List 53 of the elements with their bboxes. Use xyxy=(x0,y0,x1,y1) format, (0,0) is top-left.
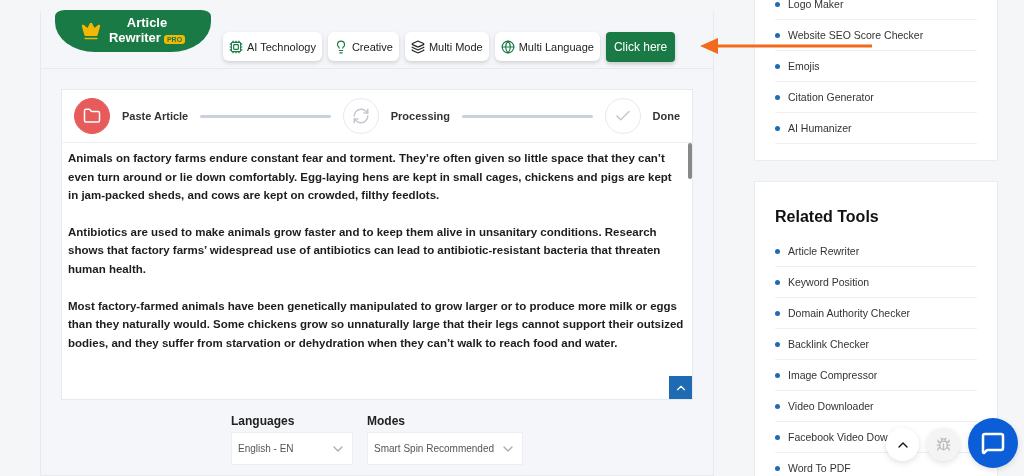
sidebar-link[interactable]: Keyword Position xyxy=(788,276,870,288)
sidebar-link[interactable]: Word To PDF xyxy=(788,462,851,474)
sidebar-link[interactable]: Domain Authority Checker xyxy=(788,307,910,319)
refresh-icon xyxy=(351,107,370,125)
folder-icon xyxy=(83,107,101,125)
sidebar-link[interactable]: Facebook Video Dow xyxy=(788,431,888,443)
bullet-icon xyxy=(775,341,780,347)
feature-chip: AI Technology xyxy=(223,32,322,61)
crown-icon xyxy=(80,21,101,41)
feature-chip: Multi Language xyxy=(494,32,600,61)
bullet-icon xyxy=(775,465,780,471)
step-label: Paste Article xyxy=(122,110,189,122)
sidebar-link[interactable]: Logo Maker xyxy=(788,0,844,10)
feature-chip: Multi Mode xyxy=(404,32,489,61)
sidebar-link[interactable]: Emojis xyxy=(788,60,820,72)
chat-button[interactable] xyxy=(968,418,1018,468)
sidebar-link[interactable]: Image Compressor xyxy=(788,369,878,381)
bullet-icon xyxy=(775,32,780,38)
bug-icon xyxy=(936,437,951,452)
dropdown-select[interactable]: Smart Spin Recommended xyxy=(366,432,524,465)
bullet-icon xyxy=(775,94,780,100)
layers-icon xyxy=(410,39,425,54)
bullet-icon xyxy=(775,1,780,7)
sidebar-link[interactable]: Video Downloader xyxy=(788,400,874,412)
bullet-icon xyxy=(775,63,780,69)
select-label: Modes xyxy=(366,414,406,428)
dropdown-select[interactable]: English - EN xyxy=(230,432,353,465)
sidebar-link[interactable]: Backlink Checker xyxy=(788,338,870,350)
globe-icon xyxy=(500,39,515,54)
bullet-icon xyxy=(775,434,780,440)
bullet-icon xyxy=(775,372,780,378)
scrollbar-thumb[interactable] xyxy=(688,143,692,179)
bullet-icon xyxy=(775,310,780,316)
bullet-icon xyxy=(775,403,780,409)
sidebar-link[interactable]: AI Humanizer xyxy=(788,122,852,134)
bullet-icon xyxy=(775,248,780,254)
chat-icon xyxy=(981,431,1005,455)
step-label: Processing xyxy=(390,110,451,122)
click-here-button[interactable]: Click here xyxy=(605,32,676,62)
article-paragraph: Antibiotics are used to make animals grow faster and to keep them alive in unsanitary conditions. Research shows that factory farms’ widespread use of antibiotics can lead to antibiotic-resistant bacteria that threaten human health. xyxy=(68,224,662,277)
step-label: Done xyxy=(652,110,680,122)
sidebar-link[interactable]: Website SEO Score Checker xyxy=(788,29,924,41)
sidebar-link[interactable]: Citation Generator xyxy=(788,91,874,103)
article-paragraph: Most factory-farmed animals have been genetically manipulated to grow larger or to produce more milk or eggs than they naturally would. Some chickens grow so unnaturally large that their legs cannot support their outsized bodies, and they suffer from starvation or dehydration when they can’t walk to reach food and water. xyxy=(68,298,684,351)
bullet-icon xyxy=(775,279,780,285)
feature-chip: Creative xyxy=(327,32,399,61)
chip-icon xyxy=(229,39,243,54)
article-paragraph: Animals on factory farms endure constant fear and torment. They’re often given so little space that they can’t even turn around or lie down comfortably. Egg-laying hens are kept in small cages, chickens and pigs are kept in jam-packed sheds, and cows are kept on crowded, filthy feedlots. xyxy=(68,151,673,204)
select-label: Languages xyxy=(230,414,296,428)
bullet-icon xyxy=(775,125,780,131)
related-tools-title: Related Tools xyxy=(775,208,880,226)
text-format-button[interactable] xyxy=(669,376,692,399)
sidebar-link[interactable]: Article Rewriter xyxy=(788,245,860,257)
